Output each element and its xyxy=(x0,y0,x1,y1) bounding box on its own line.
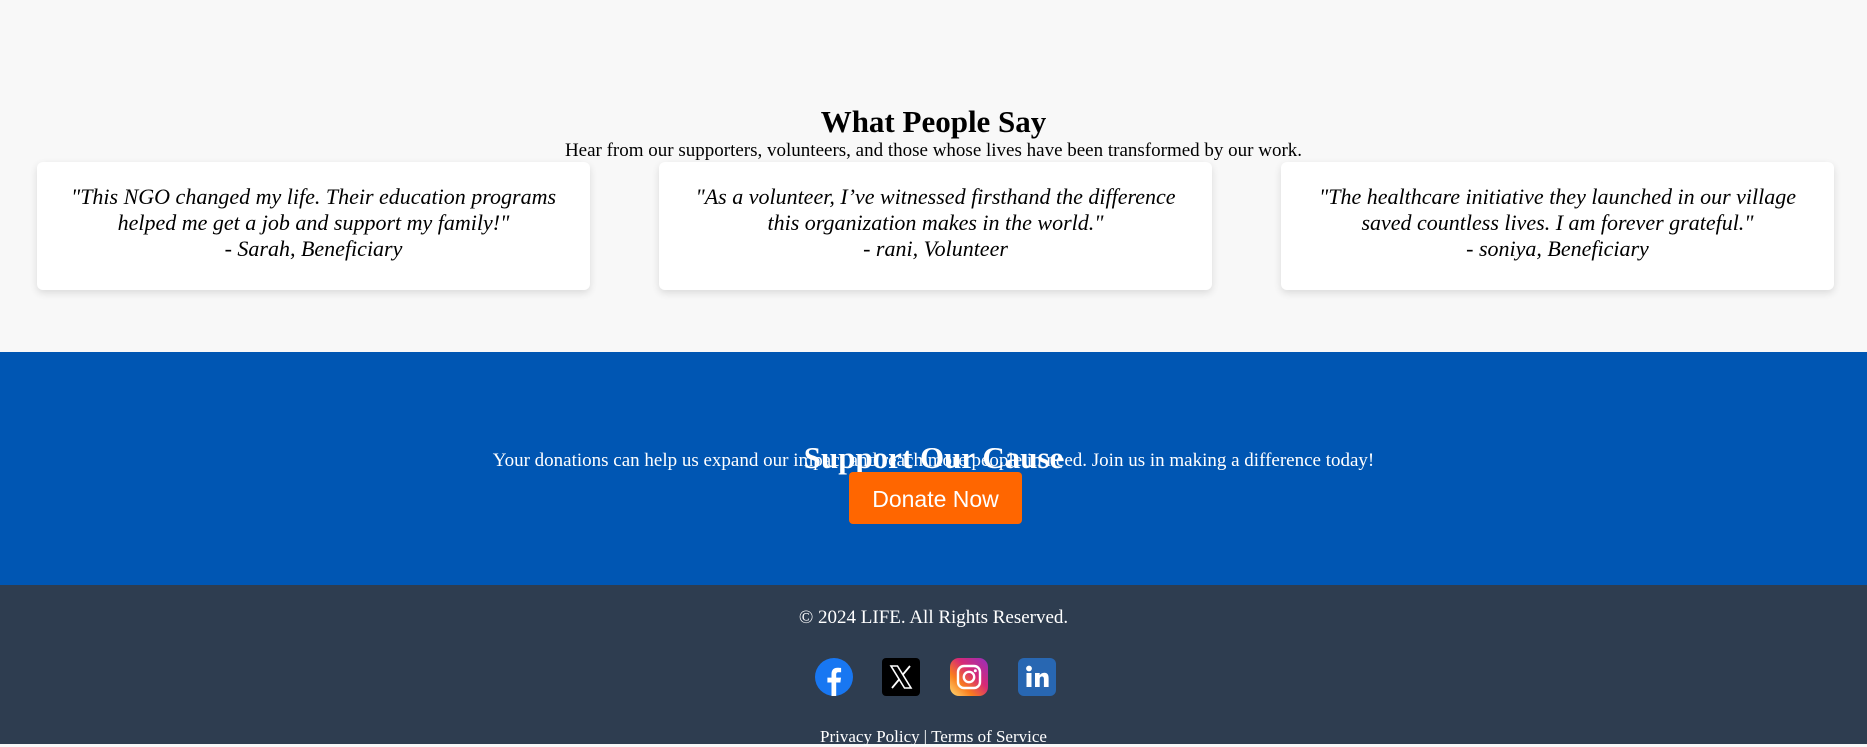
testimonial-card: "As a volunteer, I’ve witnessed firsthan… xyxy=(659,162,1212,290)
instagram-icon[interactable] xyxy=(950,658,988,696)
testimonial-author: - soniya, Beneficiary xyxy=(1466,236,1649,261)
support-section: Support Our Cause Your donations can hel… xyxy=(0,352,1867,585)
testimonial-quote: "The healthcare initiative they launched… xyxy=(1318,184,1797,235)
testimonials-section: What People Say Hear from our supporters… xyxy=(0,0,1867,352)
privacy-policy-link[interactable]: Privacy Policy xyxy=(820,727,920,746)
x-icon[interactable] xyxy=(882,658,920,696)
testimonial-card: "This NGO changed my life. Their educati… xyxy=(37,162,590,290)
testimonial-quote: "As a volunteer, I’ve witnessed firsthan… xyxy=(695,184,1176,235)
testimonial-author: - rani, Volunteer xyxy=(863,236,1008,261)
facebook-icon[interactable] xyxy=(815,658,853,696)
donate-button[interactable]: Donate Now xyxy=(849,472,1022,524)
testimonials-title: What People Say xyxy=(820,104,1047,139)
footer-links: Privacy Policy | Terms of Service xyxy=(0,727,1867,747)
support-subtitle: Your donations can help us expand our im… xyxy=(492,450,1375,471)
footer-link-separator: | xyxy=(923,727,928,746)
testimonial-quote: "This NGO changed my life. Their educati… xyxy=(70,184,557,235)
terms-of-service-link[interactable]: Terms of Service xyxy=(931,727,1047,746)
copyright-text: © 2024 LIFE. All Rights Reserved. xyxy=(798,607,1069,628)
footer: © 2024 LIFE. All Rights Reserved. Privac… xyxy=(0,585,1867,747)
testimonial-card: "The healthcare initiative they launched… xyxy=(1281,162,1834,290)
testimonials-subtitle: Hear from our supporters, volunteers, an… xyxy=(564,140,1303,161)
testimonial-author: - Sarah, Beneficiary xyxy=(224,236,403,261)
linkedin-icon[interactable] xyxy=(1018,658,1056,696)
